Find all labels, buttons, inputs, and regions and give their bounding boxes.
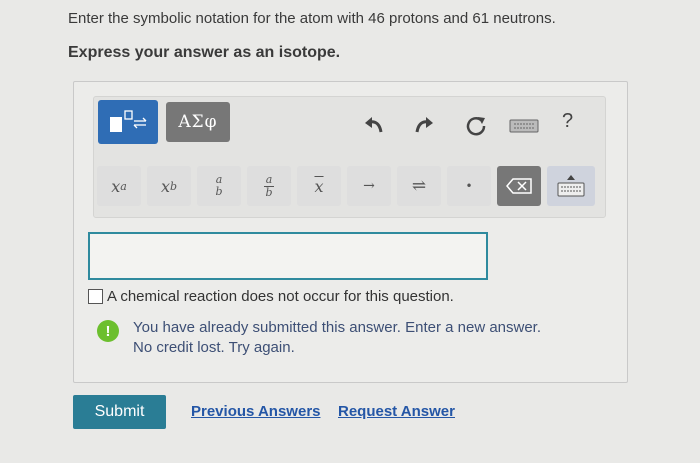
undo-button[interactable] [360,112,388,140]
request-answer-link[interactable]: Request Answer [338,403,455,420]
undo-icon [365,117,383,133]
feedback-line-1: You have already submitted this answer. … [133,319,542,336]
dot-button[interactable]: • [447,166,491,206]
reset-button[interactable] [462,112,490,140]
keyboard-shortcuts-button[interactable] [508,112,540,140]
bar-fraction-denominator: b [265,185,273,199]
question-text: Enter the symbolic notation for the atom… [68,10,556,27]
bar-fraction-numerator: a [265,172,273,186]
backspace-icon [506,178,532,194]
answer-input[interactable] [88,232,488,280]
virtual-keyboard-button[interactable] [547,166,595,206]
previous-answers-link[interactable]: Previous Answers [191,403,321,420]
bar-fraction-button[interactable]: a b [247,166,291,206]
superscript-base: x [111,176,121,196]
help-button[interactable]: ? [562,110,573,133]
no-reaction-label: A chemical reaction does not occur for t… [107,288,454,305]
instruction-text: Express your answer as an isotope. [68,44,341,61]
submit-button[interactable]: Submit [73,395,166,429]
no-reaction-option[interactable]: A chemical reaction does not occur for t… [88,288,454,305]
no-reaction-checkbox[interactable] [88,289,103,304]
redo-icon [415,117,433,133]
vector-symbol: x [314,176,324,196]
reaction-arrow-button[interactable]: → [347,166,391,206]
vector-button[interactable]: x [297,166,341,206]
templates-button[interactable] [98,100,158,144]
equilibrium-icon: ⇌ [411,176,427,196]
dot-icon: • [465,179,473,193]
superscript-exp: a [120,179,127,193]
redo-button[interactable] [410,112,438,140]
fraction-denominator: b [215,185,223,198]
superscript-button[interactable]: xa [97,166,141,206]
subscript-sub: b [169,179,178,193]
equilibrium-arrow-button[interactable]: ⇌ [397,166,441,206]
reset-icon [466,117,486,136]
fraction-button[interactable]: a b [197,166,241,206]
alert-icon: ! [97,320,119,342]
keyboard-icon [509,119,539,133]
templates-icon [110,110,147,132]
keyboard-toggle-icon [557,175,585,197]
feedback-line-2: No credit lost. Try again. [133,339,295,356]
arrow-icon: → [363,178,375,194]
delete-button[interactable] [497,166,541,206]
feedback-message: ! You have already submitted this answer… [97,318,541,358]
subscript-base: x [160,176,170,196]
subscript-button[interactable]: xb [147,166,191,206]
greek-letters-button[interactable]: ΑΣφ [166,102,230,142]
